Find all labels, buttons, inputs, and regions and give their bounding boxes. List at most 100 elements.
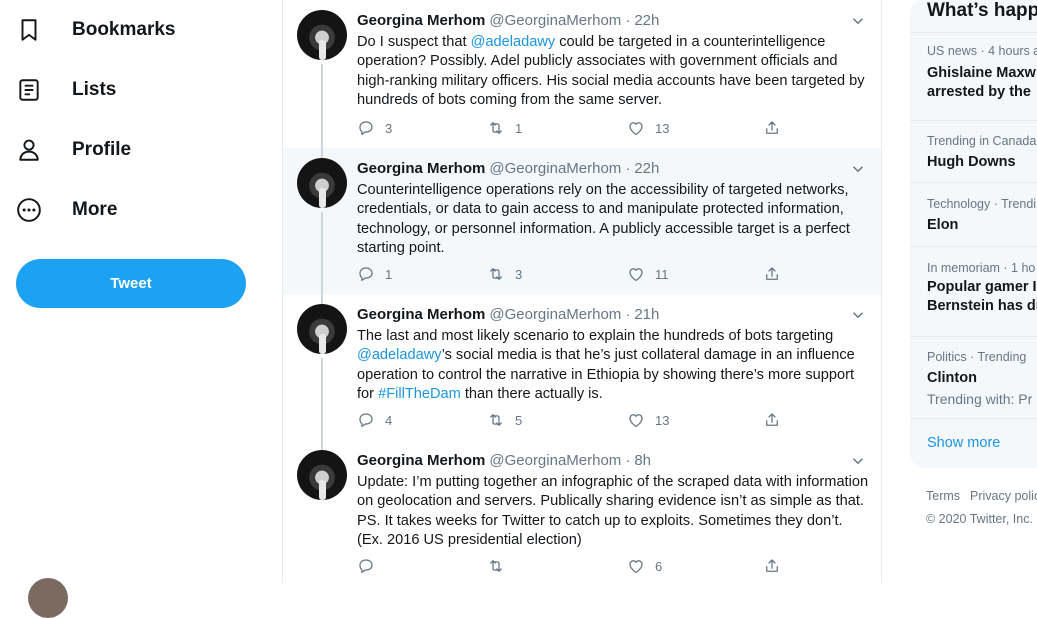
trend-item[interactable]: In memoriam · 1 ho Popular gamer I Bernst…: [910, 246, 1037, 337]
chevron-down-icon[interactable]: [849, 306, 867, 324]
tweet-actions: 6: [357, 557, 797, 577]
terms-link[interactable]: Terms: [926, 489, 960, 503]
profile-icon: [19, 139, 39, 161]
trend-meta: In memoriam · 1 ho: [927, 261, 1036, 275]
like-count: 6: [655, 558, 663, 574]
retweet-button[interactable]: 1: [487, 119, 522, 137]
nav-item-bookmarks[interactable]: Bookmarks: [16, 5, 176, 55]
tweet-text: Counterintelligence operations rely on t…: [357, 181, 869, 258]
thread-connector: [321, 358, 323, 440]
share-button[interactable]: [763, 411, 781, 429]
avatar[interactable]: [297, 158, 347, 208]
mention-link[interactable]: @adeladawy: [357, 347, 442, 363]
nav-label: Profile: [72, 139, 132, 160]
tweet-button[interactable]: Tweet: [16, 259, 246, 308]
trend-name: Hugh Downs: [927, 154, 1016, 170]
chevron-down-icon[interactable]: [849, 160, 867, 178]
trend-name: Ghislaine Maxw arrested by the: [927, 65, 1036, 100]
mention-link[interactable]: @adeladawy: [471, 34, 556, 50]
tweet[interactable]: Georgina Merhom @GeorginaMerhom · 21h The l…: [283, 294, 881, 440]
reply-button[interactable]: 3: [357, 119, 392, 137]
reply-icon: [359, 267, 373, 281]
retweet-button[interactable]: [487, 557, 515, 575]
reply-count: 4: [385, 412, 393, 428]
trend-item[interactable]: US news · 4 hours a Ghislaine Maxw arrest…: [910, 32, 1037, 121]
tweet-header: Georgina Merhom @GeorginaMerhom · 22h: [357, 160, 867, 180]
bookmark-icon: [21, 19, 37, 41]
like-button[interactable]: 11: [627, 265, 669, 283]
reply-button[interactable]: [357, 557, 385, 575]
tweet-text: Update: I’m putting together an infograp…: [357, 473, 869, 550]
reply-icon: [359, 413, 373, 427]
chevron-down-icon[interactable]: [849, 452, 867, 470]
share-icon: [766, 121, 778, 134]
retweet-count: 5: [515, 412, 523, 428]
author-name[interactable]: Georgina Merhom: [357, 452, 485, 469]
nav-item-lists[interactable]: Lists: [16, 65, 116, 115]
tweet-text-segment: Do I suspect that: [357, 34, 471, 50]
heart-icon: [629, 414, 643, 428]
like-button[interactable]: 13: [627, 411, 669, 429]
avatar[interactable]: [297, 304, 347, 354]
share-icon: [766, 559, 778, 572]
avatar[interactable]: [297, 10, 347, 60]
more-icon: [17, 198, 41, 222]
avatar[interactable]: [297, 450, 347, 500]
author-handle[interactable]: @GeorginaMerhom: [489, 306, 621, 323]
separator-dot: ·: [625, 12, 631, 29]
like-button[interactable]: 13: [627, 119, 669, 137]
trend-item[interactable]: Trending in Canada Hugh Downs: [910, 120, 1037, 183]
trend-item[interactable]: Technology · Trendi Elon: [910, 182, 1037, 247]
like-button[interactable]: 6: [627, 557, 662, 575]
retweet-icon: [490, 414, 502, 426]
retweet-button[interactable]: 5: [487, 411, 522, 429]
heart-icon: [629, 122, 643, 136]
share-button[interactable]: [763, 265, 781, 283]
nav-item-more[interactable]: More: [16, 185, 117, 235]
nav-label: Lists: [72, 79, 117, 100]
nav-item-profile[interactable]: Profile: [16, 125, 131, 175]
thread-connector: [321, 212, 323, 294]
tweet-timestamp[interactable]: 8h: [634, 452, 651, 469]
account-avatar[interactable]: [28, 578, 68, 618]
tweet-header: Georgina Merhom @GeorginaMerhom · 22h: [357, 12, 867, 32]
author-name[interactable]: Georgina Merhom: [357, 306, 485, 323]
tweet[interactable]: Georgina Merhom @GeorginaMerhom · 22h Do I …: [283, 0, 881, 148]
trend-name: Clinton: [927, 370, 977, 386]
tweet-timestamp[interactable]: 22h: [634, 160, 659, 177]
left-navigation: Bookmarks Lists Profile More Tweet: [0, 0, 282, 618]
mention-link[interactable]: #FillTheDam: [378, 386, 461, 402]
thread-connector: [321, 64, 323, 148]
reply-count: 1: [385, 266, 393, 282]
trend-name: Popular gamer I Bernstein has di: [927, 279, 1037, 314]
thread-connector: [321, 148, 323, 158]
like-count: 11: [655, 266, 669, 282]
author-handle[interactable]: @GeorginaMerhom: [489, 160, 621, 177]
reply-button[interactable]: 4: [357, 411, 392, 429]
trend-item[interactable]: Politics · Trending Clinton Trending wit…: [910, 336, 1037, 419]
author-name[interactable]: Georgina Merhom: [357, 160, 485, 177]
tweet[interactable]: Georgina Merhom @GeorginaMerhom · 8h Update…: [283, 440, 881, 583]
trend-subtitle: Trending with: Pr: [927, 391, 1033, 407]
trend-name: Elon: [927, 217, 959, 233]
heart-icon: [629, 560, 643, 574]
nav-label: More: [72, 199, 118, 220]
trend-meta: Trending in Canada: [927, 134, 1037, 148]
retweet-button[interactable]: 3: [487, 265, 522, 283]
author-name[interactable]: Georgina Merhom: [357, 12, 485, 29]
reply-button[interactable]: 1: [357, 265, 392, 283]
reply-icon: [359, 559, 373, 573]
tweet-actions: 3 1 13: [357, 119, 797, 139]
tweet-timestamp[interactable]: 22h: [634, 12, 659, 29]
tweet-timestamp[interactable]: 21h: [634, 306, 659, 323]
show-more-link[interactable]: Show more: [927, 435, 1000, 451]
author-handle[interactable]: @GeorginaMerhom: [489, 12, 621, 29]
author-handle[interactable]: @GeorginaMerhom: [489, 452, 621, 469]
tweet[interactable]: Georgina Merhom @GeorginaMerhom · 22h Count…: [283, 148, 881, 294]
share-button[interactable]: [763, 119, 781, 137]
chevron-down-icon[interactable]: [849, 12, 867, 30]
right-sidebar: What’s happ US news · 4 hours a Ghislain…: [910, 0, 1037, 583]
share-button[interactable]: [763, 557, 781, 575]
privacy-link[interactable]: Privacy polic: [970, 489, 1037, 503]
tweet-thread: Georgina Merhom @GeorginaMerhom · 22h Do I …: [282, 0, 882, 583]
